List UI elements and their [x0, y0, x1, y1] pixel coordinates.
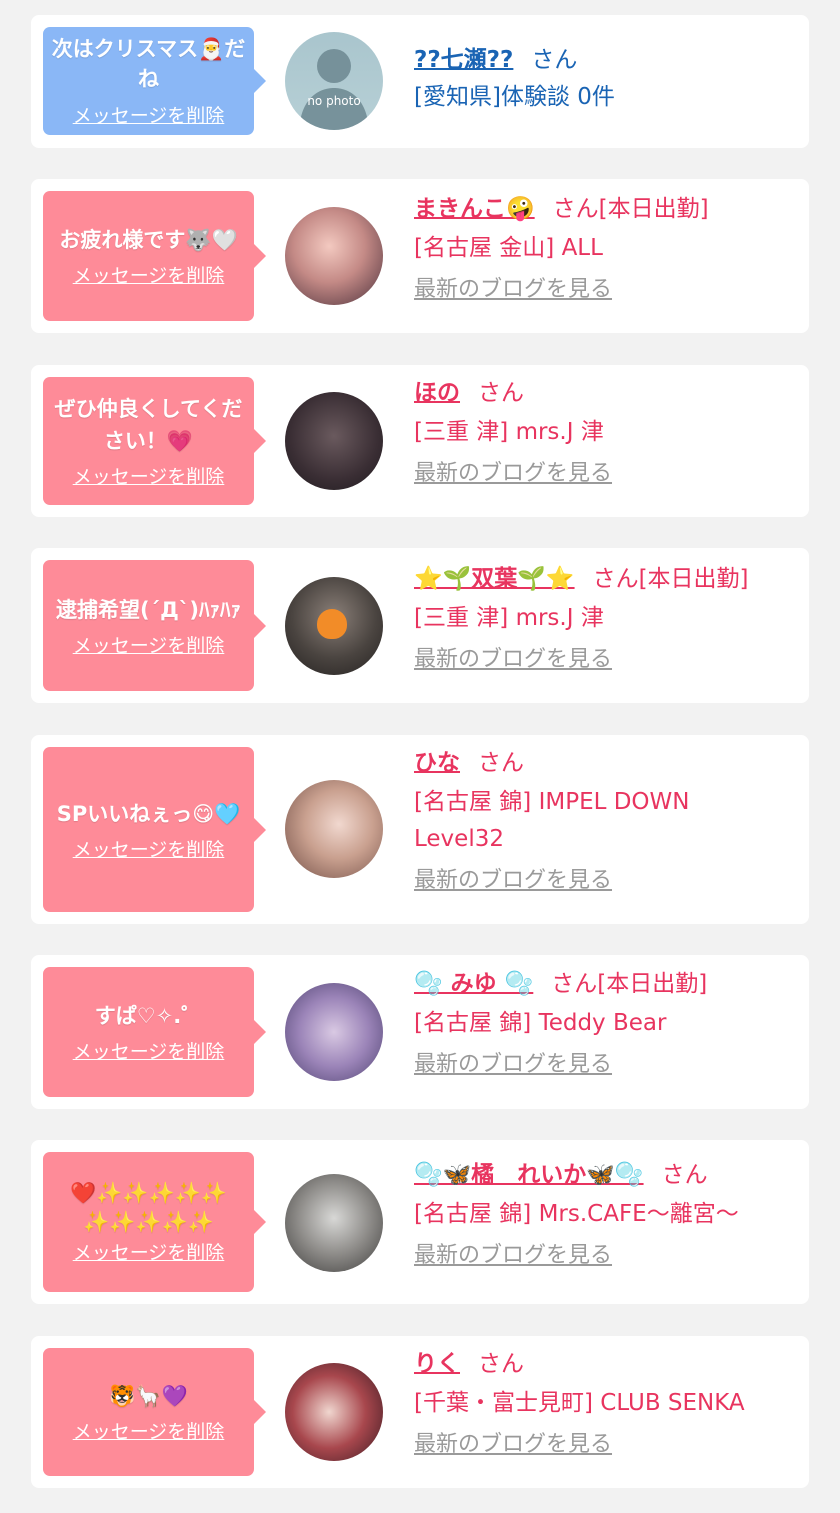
bubble-tail: [254, 1210, 266, 1234]
latest-blog-link[interactable]: 最新のブログを見る: [414, 1430, 612, 1460]
no-photo-silhouette-icon: [299, 49, 369, 130]
delete-message-link[interactable]: メッセージを削除: [73, 1241, 225, 1265]
message-card: すぱ♡✧.゜ メッセージを削除 🫧 みゆ 🫧 さん[本日出勤] [名古屋 錦] T…: [31, 955, 809, 1109]
delete-message-link[interactable]: メッセージを削除: [73, 264, 225, 288]
attendance-status: [本日出勤]: [597, 971, 708, 997]
message-text: 次はクリスマス🎅だね: [51, 37, 246, 91]
avatar[interactable]: [285, 1174, 383, 1272]
delete-message-link[interactable]: メッセージを削除: [73, 465, 225, 489]
shop-location: [名古屋 金山] ALL: [414, 235, 603, 261]
message-card: お疲れ様です🐺🤍 メッセージを削除 まきんこ🤪 さん[本日出勤] [名古屋 金山]…: [31, 179, 809, 333]
message-bubble: お疲れ様です🐺🤍 メッセージを削除: [43, 191, 266, 321]
bubble-tail: [254, 1400, 266, 1424]
message-card: SPいいねぇっ😋🩵 メッセージを削除 ひな さん [名古屋 錦] IMPEL DO…: [31, 735, 809, 924]
message-bubble: 次はクリスマス🎅だね メッセージを削除: [43, 27, 266, 135]
message-text: 🐯🦙💜: [109, 1384, 188, 1408]
honorific: さん: [531, 47, 578, 73]
message-text: SPいいねぇっ😋🩵: [56, 801, 241, 826]
shop-location: [名古屋 錦] Mrs.CAFE〜離宮〜: [414, 1201, 739, 1227]
honorific: さん: [552, 196, 599, 222]
message-card: 🐯🦙💜 メッセージを削除 りく さん [千葉・富士見町] CLUB SENKA 最…: [31, 1336, 809, 1488]
message-bubble: すぱ♡✧.゜ メッセージを削除: [43, 967, 266, 1097]
attendance-status: [本日出勤]: [638, 566, 749, 592]
latest-blog-link[interactable]: 最新のブログを見る: [414, 645, 612, 675]
message-bubble: ❤️✨✨✨✨✨✨✨✨✨✨ メッセージを削除: [43, 1152, 266, 1292]
avatar[interactable]: [285, 780, 383, 878]
message-card: ❤️✨✨✨✨✨✨✨✨✨✨ メッセージを削除 🫧🦋橘 れいか🦋🫧 さん [名古屋 錦…: [31, 1140, 809, 1304]
cast-name-link[interactable]: まきんこ🤪: [414, 196, 535, 222]
message-card: ぜひ仲良くしてください！💗 メッセージを削除 ほの さん [三重 津] mrs.J…: [31, 365, 809, 517]
bubble-tail: [254, 429, 266, 453]
latest-blog-link[interactable]: 最新のブログを見る: [414, 459, 612, 489]
honorific: さん: [478, 380, 524, 406]
cast-name-link[interactable]: りく: [414, 1351, 460, 1377]
shop-location: [名古屋 錦] Teddy Bear: [414, 1010, 667, 1036]
honorific: さん: [478, 1351, 524, 1377]
cast-name-link[interactable]: 🫧 みゆ 🫧: [414, 971, 533, 997]
message-bubble: 逮捕希望(´Д`)ﾊｧﾊｧ メッセージを削除: [43, 560, 266, 691]
delete-message-link[interactable]: メッセージを削除: [73, 838, 225, 862]
message-text: 逮捕希望(´Д`)ﾊｧﾊｧ: [56, 597, 241, 622]
message-text: すぱ♡✧.゜: [94, 1004, 203, 1028]
avatar[interactable]: [285, 1363, 383, 1461]
delete-message-link[interactable]: メッセージを削除: [73, 634, 225, 658]
shop-location: [三重 津] mrs.J 津: [414, 419, 604, 445]
shop-location: [名古屋 錦] IMPEL DOWN Level32: [414, 789, 690, 852]
avatar[interactable]: [285, 207, 383, 305]
message-card: 次はクリスマス🎅だね メッセージを削除 no photo ??七瀬?? さん [愛…: [31, 15, 809, 148]
avatar[interactable]: [285, 577, 383, 675]
latest-blog-link[interactable]: 最新のブログを見る: [414, 866, 612, 896]
honorific: さん: [478, 750, 524, 776]
message-bubble: 🐯🦙💜 メッセージを削除: [43, 1348, 266, 1476]
message-card: 逮捕希望(´Д`)ﾊｧﾊｧ メッセージを削除 ⭐🌱双葉🌱⭐ さん[本日出勤] [三…: [31, 548, 809, 703]
honorific: さん: [551, 971, 598, 997]
message-bubble: ぜひ仲良くしてください！💗 メッセージを削除: [43, 377, 266, 505]
bubble-tail: [254, 69, 266, 93]
avatar[interactable]: [285, 392, 383, 490]
avatar[interactable]: no photo: [285, 32, 383, 130]
delete-message-link[interactable]: メッセージを削除: [73, 1040, 225, 1064]
honorific: さん: [592, 566, 639, 592]
cast-name-link[interactable]: 🫧🦋橘 れいか🦋🫧: [414, 1162, 644, 1188]
bubble-tail: [254, 613, 266, 638]
message-bubble: SPいいねぇっ😋🩵 メッセージを削除: [43, 747, 266, 912]
delete-message-link[interactable]: メッセージを削除: [73, 104, 225, 128]
latest-blog-link[interactable]: 最新のブログを見る: [414, 1050, 612, 1080]
cast-name-link[interactable]: ひな: [414, 750, 460, 776]
attendance-status: [本日出勤]: [598, 196, 709, 222]
shop-location: [千葉・富士見町] CLUB SENKA: [414, 1390, 745, 1416]
cast-name-link[interactable]: ??七瀬??: [414, 47, 513, 73]
delete-message-link[interactable]: メッセージを削除: [73, 1420, 225, 1444]
bubble-tail: [254, 1020, 266, 1044]
message-text: ぜひ仲良くしてください！💗: [54, 397, 243, 453]
latest-blog-link[interactable]: 最新のブログを見る: [414, 1241, 612, 1271]
avatar[interactable]: [285, 983, 383, 1081]
latest-blog-link[interactable]: 最新のブログを見る: [414, 275, 612, 305]
message-text: お疲れ様です🐺🤍: [59, 228, 238, 252]
heart-sticker-icon: [317, 609, 347, 639]
message-text: ❤️✨✨✨✨✨✨✨✨✨✨: [70, 1181, 227, 1234]
review-count: [愛知県]体験談 0件: [414, 84, 615, 110]
bubble-tail: [254, 817, 266, 842]
shop-location: [三重 津] mrs.J 津: [414, 605, 604, 631]
cast-name-link[interactable]: ほの: [414, 380, 460, 406]
bubble-tail: [254, 244, 266, 268]
cast-name-link[interactable]: ⭐🌱双葉🌱⭐: [414, 566, 575, 592]
honorific: さん: [661, 1162, 708, 1188]
no-photo-label: no photo: [307, 94, 361, 108]
